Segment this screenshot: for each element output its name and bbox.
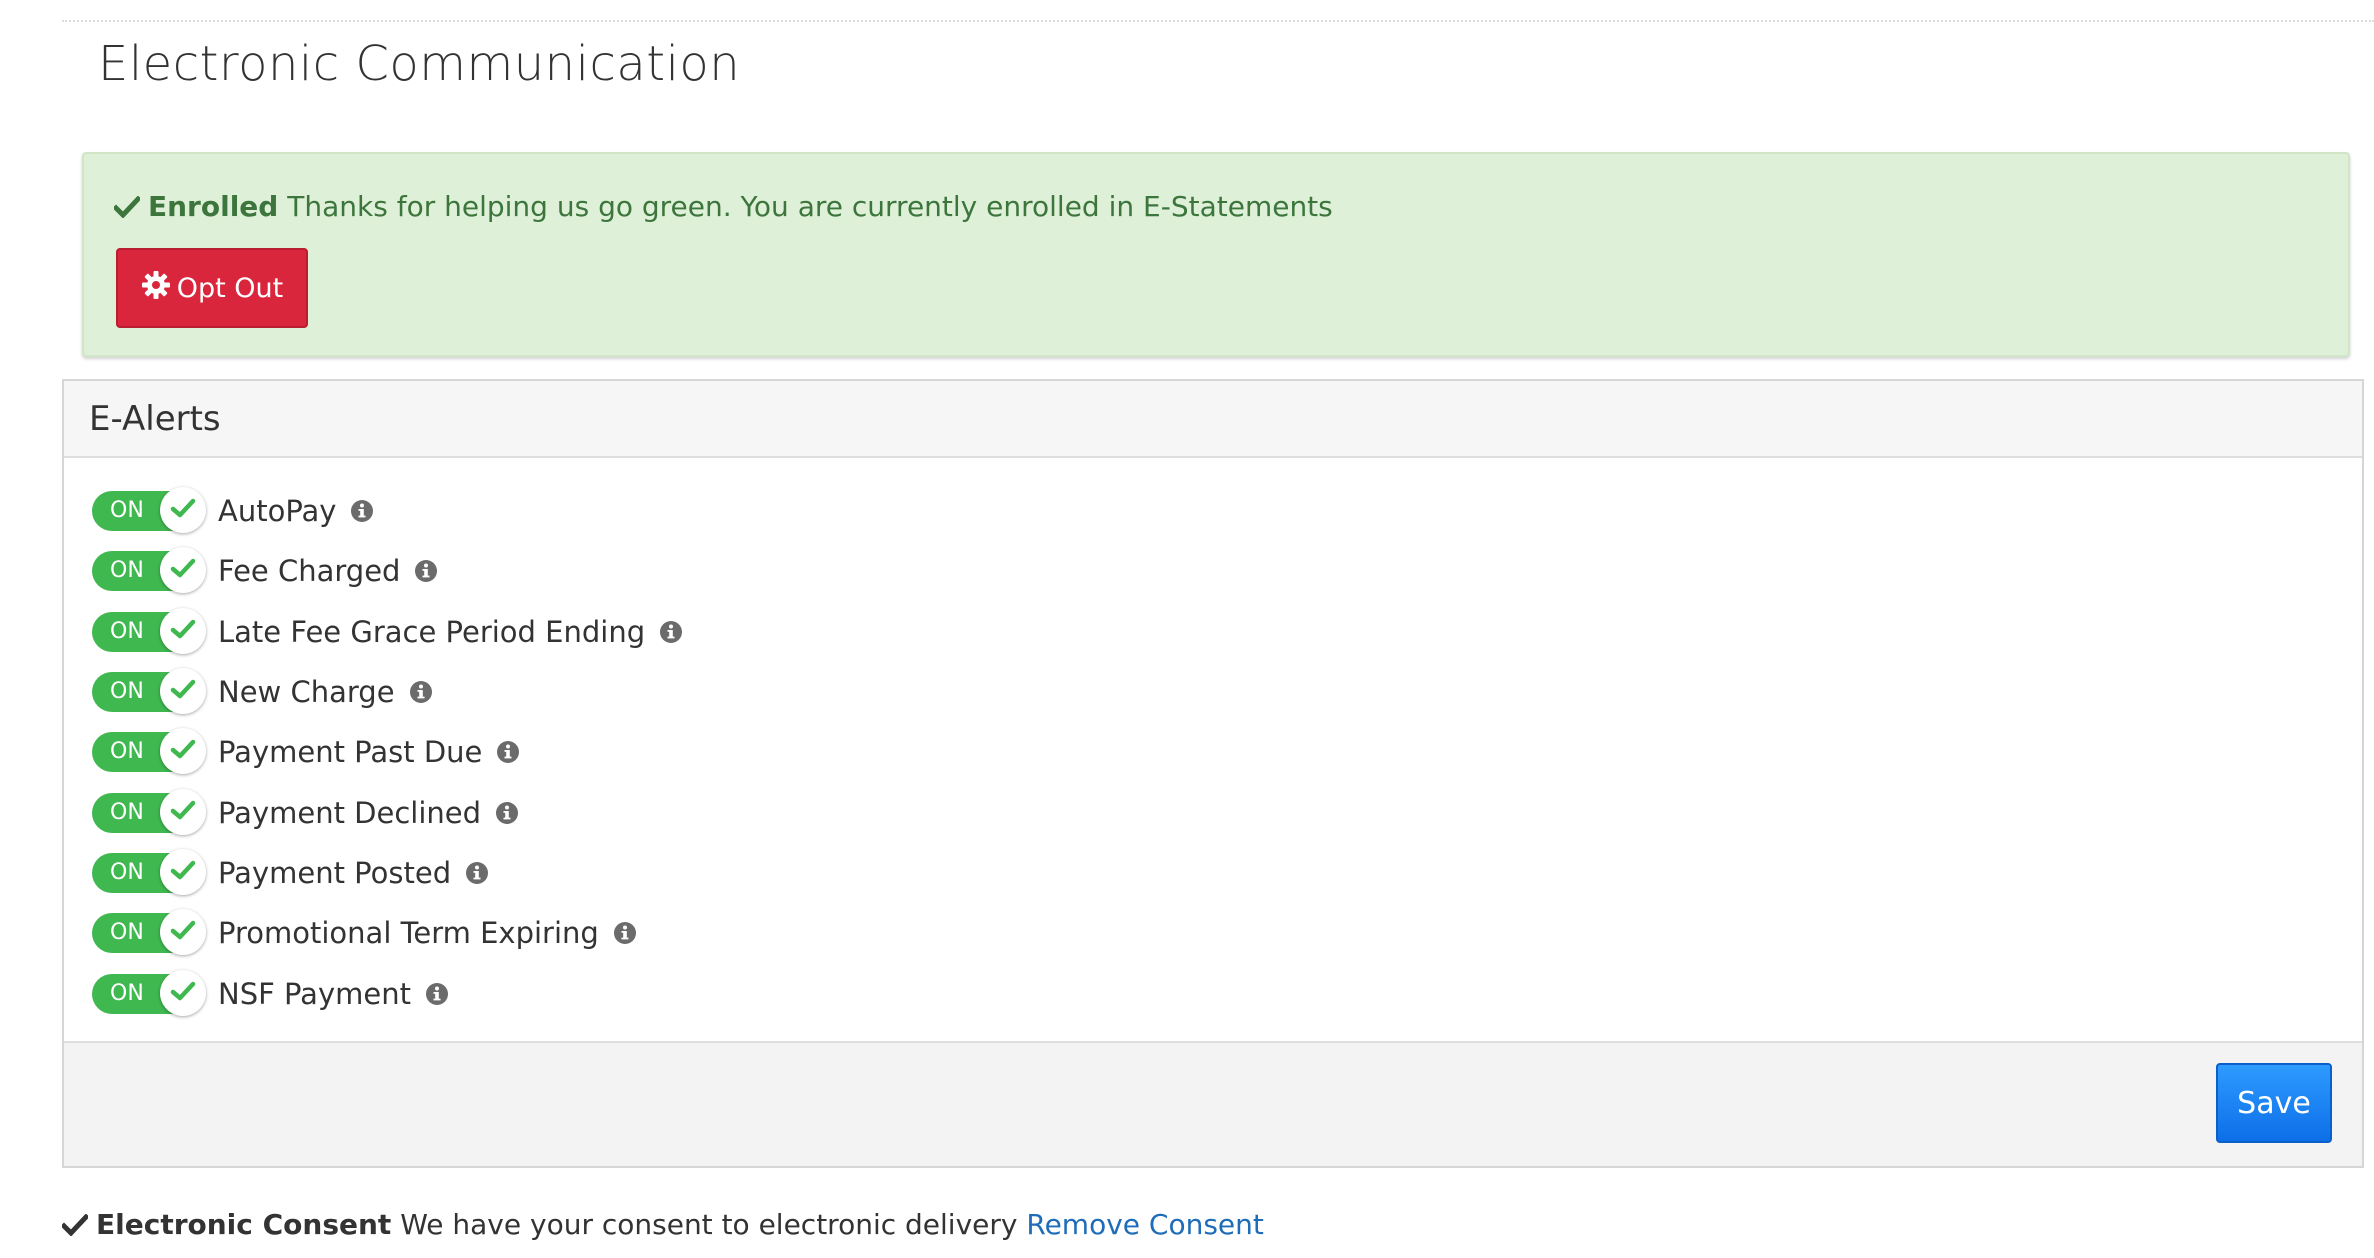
toggle-state-label: ON xyxy=(110,980,144,1006)
list-item: ON NSF Payment xyxy=(92,963,683,1023)
info-icon[interactable] xyxy=(465,861,489,885)
alert-label: Late Fee Grace Period Ending xyxy=(218,614,646,649)
info-icon[interactable] xyxy=(409,680,433,704)
page-title: Electronic Communication xyxy=(98,36,741,92)
alert-label: AutoPay xyxy=(218,494,337,529)
check-icon xyxy=(170,799,196,825)
info-icon[interactable] xyxy=(495,801,519,825)
enrollment-status: Enrolled xyxy=(148,190,279,223)
list-item: ON Payment Posted xyxy=(92,843,683,903)
alert-label: NSF Payment xyxy=(218,976,411,1011)
list-item: ON AutoPay xyxy=(92,481,683,541)
toggle-state-label: ON xyxy=(110,920,144,946)
alert-toggle[interactable]: ON xyxy=(92,728,206,775)
toggle-state-label: ON xyxy=(110,498,144,524)
save-button[interactable]: Save xyxy=(2216,1063,2332,1143)
enrollment-message: Thanks for helping us go green. You are … xyxy=(287,190,1333,223)
ealerts-panel: E-Alerts ON AutoPay ON Fee Charged ON La… xyxy=(62,379,2364,1168)
info-icon[interactable] xyxy=(350,499,374,523)
toggle-knob[interactable] xyxy=(160,668,206,715)
info-icon[interactable] xyxy=(414,559,438,583)
toggle-state-label: ON xyxy=(110,679,144,705)
check-icon xyxy=(170,618,196,644)
toggle-knob[interactable] xyxy=(160,547,206,594)
info-icon[interactable] xyxy=(613,921,637,945)
toggle-knob[interactable] xyxy=(160,788,206,835)
consent-title: Electronic Consent xyxy=(96,1208,392,1241)
check-icon xyxy=(170,859,196,885)
toggle-knob[interactable] xyxy=(160,848,206,895)
remove-consent-link[interactable]: Remove Consent xyxy=(1026,1208,1264,1241)
alert-label: Payment Declined xyxy=(218,795,482,830)
opt-out-label: Opt Out xyxy=(176,272,284,304)
info-icon[interactable] xyxy=(425,982,449,1006)
ealerts-footer: Save xyxy=(64,1041,2362,1166)
ealerts-header: E-Alerts xyxy=(64,381,2362,458)
enrollment-message-line: Enrolled Thanks for helping us go green.… xyxy=(112,190,1333,223)
toggle-knob[interactable] xyxy=(160,607,206,654)
toggle-state-label: ON xyxy=(110,739,144,765)
toggle-knob[interactable] xyxy=(160,487,206,534)
list-item: ON Payment Declined xyxy=(92,782,683,842)
check-icon xyxy=(170,980,196,1006)
alert-toggle[interactable]: ON xyxy=(92,487,206,534)
check-icon xyxy=(170,919,196,945)
alert-toggle[interactable]: ON xyxy=(92,969,206,1016)
check-icon xyxy=(112,192,142,219)
list-item: ON Promotional Term Expiring xyxy=(92,903,683,963)
ealerts-list: ON AutoPay ON Fee Charged ON Late Fee Gr… xyxy=(92,481,683,1024)
check-icon xyxy=(170,497,196,523)
check-icon xyxy=(60,1210,90,1237)
list-item: ON Late Fee Grace Period Ending xyxy=(92,602,683,662)
alert-toggle[interactable]: ON xyxy=(92,668,206,715)
alert-toggle[interactable]: ON xyxy=(92,607,206,654)
toggle-knob[interactable] xyxy=(160,728,206,775)
alert-label: New Charge xyxy=(218,675,395,710)
alert-label: Payment Posted xyxy=(218,855,452,890)
alert-toggle[interactable]: ON xyxy=(92,848,206,895)
toggle-state-label: ON xyxy=(110,799,144,825)
toggle-knob[interactable] xyxy=(160,969,206,1016)
alert-toggle[interactable]: ON xyxy=(92,788,206,835)
gear-icon xyxy=(141,270,171,307)
list-item: ON New Charge xyxy=(92,662,683,722)
list-item: ON Fee Charged xyxy=(92,541,683,601)
check-icon xyxy=(170,678,196,704)
toggle-state-label: ON xyxy=(110,618,144,644)
alert-label: Fee Charged xyxy=(218,554,401,589)
alert-toggle[interactable]: ON xyxy=(92,547,206,594)
top-divider xyxy=(62,20,2374,22)
check-icon xyxy=(170,557,196,583)
info-icon[interactable] xyxy=(659,620,683,644)
consent-line: Electronic Consent We have your consent … xyxy=(60,1208,1264,1241)
alert-toggle[interactable]: ON xyxy=(92,909,206,956)
toggle-knob[interactable] xyxy=(160,909,206,956)
alert-label: Promotional Term Expiring xyxy=(218,916,599,951)
toggle-state-label: ON xyxy=(110,859,144,885)
alert-label: Payment Past Due xyxy=(218,735,483,770)
info-icon[interactable] xyxy=(496,740,520,764)
opt-out-button[interactable]: Opt Out xyxy=(116,248,308,328)
list-item: ON Payment Past Due xyxy=(92,722,683,782)
enrollment-alert: Enrolled Thanks for helping us go green.… xyxy=(82,152,2350,357)
check-icon xyxy=(170,738,196,764)
toggle-state-label: ON xyxy=(110,558,144,584)
consent-message: We have your consent to electronic deliv… xyxy=(400,1208,1018,1241)
